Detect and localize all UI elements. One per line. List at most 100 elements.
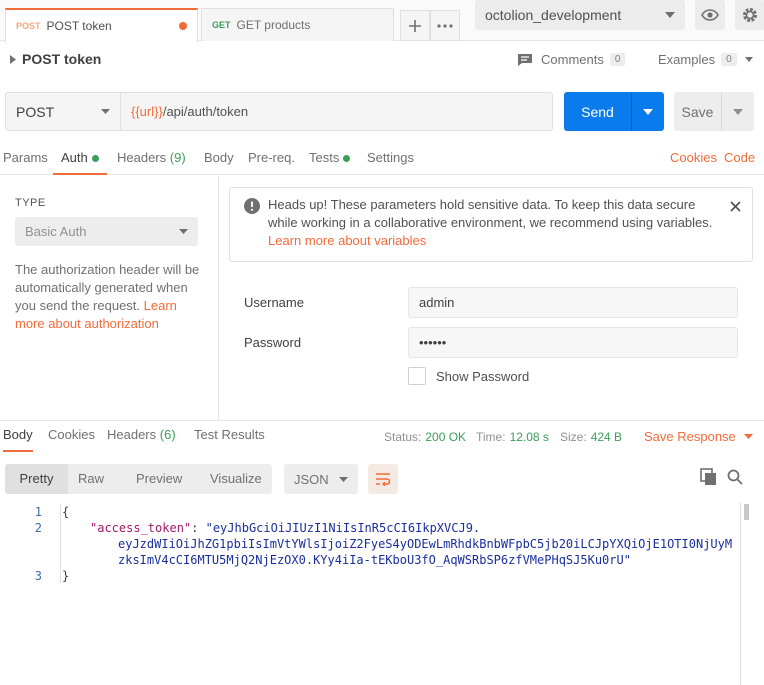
code-link[interactable]: Code [724, 145, 755, 175]
copy-response-button[interactable] [700, 468, 718, 486]
method-select[interactable]: POST [5, 92, 121, 131]
line-number: 3 [34, 569, 42, 583]
username-input[interactable]: admin [408, 287, 738, 318]
request-title[interactable]: POST token [10, 51, 101, 67]
alert-message: Heads up! These parameters hold sensitiv… [268, 196, 718, 250]
response-tab-test-results[interactable]: Test Results [194, 422, 265, 452]
time-value: 12.08 s [509, 430, 549, 444]
manage-environments-button[interactable] [735, 0, 764, 30]
tab-label: POST token [46, 19, 112, 33]
format-value: JSON [294, 471, 329, 487]
examples-count: 0 [721, 53, 737, 66]
headers-count: (9) [169, 150, 186, 165]
show-password-checkbox[interactable] [408, 367, 426, 385]
save-button[interactable]: Save [674, 92, 754, 131]
cookies-link[interactable]: Cookies [670, 145, 717, 175]
response-body-editor[interactable]: 1 2 3 { "access_token": "eyJhbGciOiJIUzI… [0, 502, 738, 685]
tab-options-button[interactable] [430, 10, 460, 41]
chevron-down-icon [743, 434, 753, 439]
tab-body[interactable]: Body [204, 145, 234, 175]
response-tab-body[interactable]: Body [3, 422, 33, 452]
close-icon [730, 201, 741, 212]
json-colon: : [191, 521, 206, 535]
response-headers-label: Headers [107, 427, 157, 442]
auth-type-select[interactable]: Basic Auth [15, 217, 198, 246]
wrap-lines-icon [376, 473, 391, 486]
examples-button[interactable]: Examples 0 [658, 52, 753, 67]
more-horizontal-icon [437, 23, 453, 28]
editor-scrollbar-thumb[interactable] [744, 504, 749, 520]
tab-prerequest[interactable]: Pre-req. [248, 145, 295, 175]
response-tab-headers[interactable]: Headers (6) [107, 422, 176, 452]
chevron-down-icon [179, 229, 188, 234]
response-tab-cookies[interactable]: Cookies [48, 422, 95, 452]
view-mode-group: Pretty Raw Preview Visualize [5, 464, 272, 494]
password-label: Password [244, 335, 302, 350]
close-brace: } [62, 569, 70, 583]
comments-button[interactable]: Comments 0 [517, 52, 626, 67]
tab-auth-label: Auth [61, 150, 88, 165]
mode-visualize[interactable]: Visualize [210, 464, 262, 494]
comment-icon [518, 53, 532, 66]
new-tab-button[interactable] [400, 10, 430, 41]
chevron-down-icon [665, 12, 675, 18]
examples-label: Examples [658, 52, 716, 67]
alert-icon [244, 198, 260, 214]
save-response-button[interactable]: Save Response [644, 429, 753, 444]
mode-pretty[interactable]: Pretty [5, 464, 68, 494]
plus-icon [409, 19, 421, 32]
status-label: Status: [384, 430, 422, 444]
environment-select[interactable]: octolion_development [475, 0, 685, 30]
status-value: 200 OK [425, 430, 467, 444]
environment-quick-look-button[interactable] [695, 0, 725, 30]
indent-guide [60, 504, 61, 583]
wrap-lines-button[interactable] [368, 464, 398, 494]
send-button[interactable]: Send [564, 92, 664, 131]
url-path: /api/auth/token [162, 104, 249, 119]
code-line-3: } [62, 568, 69, 584]
line-number: 1 [34, 505, 42, 519]
size-label: Size: [560, 430, 587, 444]
save-options-dropdown[interactable] [722, 108, 754, 115]
tab-tests-label: Tests [309, 150, 340, 165]
code-line-2: "access_token": "eyJhbGciOiJIUzI1NiIsInR… [90, 520, 480, 536]
chevron-down-icon [733, 108, 743, 115]
request-name: POST token [22, 51, 102, 67]
json-value-part-1: "eyJhbGciOiJIUzI1NiIsInR5cCI6IkpXVCJ9. [205, 521, 481, 535]
response-time: Time: 12.08 s [476, 430, 549, 444]
tab-headers[interactable]: Headers (9) [117, 145, 186, 175]
search-response-button[interactable] [727, 469, 743, 485]
chevron-down-icon [339, 476, 348, 482]
tab-auth[interactable]: Auth [53, 145, 107, 175]
search-icon [727, 469, 743, 485]
tab-tests[interactable]: Tests [309, 145, 351, 175]
mode-raw[interactable]: Raw [78, 464, 104, 494]
password-input[interactable]: •••••• [408, 327, 738, 358]
chevron-right-icon [10, 54, 16, 64]
chevron-down-icon [744, 57, 753, 62]
format-select[interactable]: JSON [284, 464, 358, 494]
learn-more-variables-link[interactable]: Learn more about variables [268, 233, 426, 248]
send-options-dropdown[interactable] [632, 108, 664, 115]
json-value-part-3: zksImV4cCI6MTU5MjQ2NjEzOX0.KYy4iIa-tEKbo… [118, 553, 631, 567]
url-input[interactable]: {{url}}/api/auth/token [121, 92, 553, 131]
environment-value: octolion_development [485, 7, 622, 23]
tab-params[interactable]: Params [3, 145, 48, 175]
tab-settings[interactable]: Settings [367, 145, 414, 175]
tab-headers-label: Headers [117, 150, 167, 165]
response-status: Status: 200 OK [384, 430, 466, 444]
username-value: admin [419, 295, 455, 310]
response-size: Size: 424 B [560, 430, 622, 444]
editor-scrollbar[interactable] [740, 502, 752, 685]
dismiss-alert-button[interactable] [730, 201, 741, 212]
mode-preview[interactable]: Preview [136, 464, 182, 494]
tab-method-badge: POST [16, 21, 41, 31]
method-value: POST [16, 103, 55, 120]
gear-icon [743, 8, 757, 22]
chevron-down-icon [643, 108, 653, 115]
tab-post-token[interactable]: POST POST token [5, 8, 198, 42]
open-brace: { [62, 505, 70, 519]
response-headers-count: (6) [159, 427, 176, 442]
tab-get-products[interactable]: GET GET products [201, 8, 394, 41]
size-value: 424 B [590, 430, 623, 444]
